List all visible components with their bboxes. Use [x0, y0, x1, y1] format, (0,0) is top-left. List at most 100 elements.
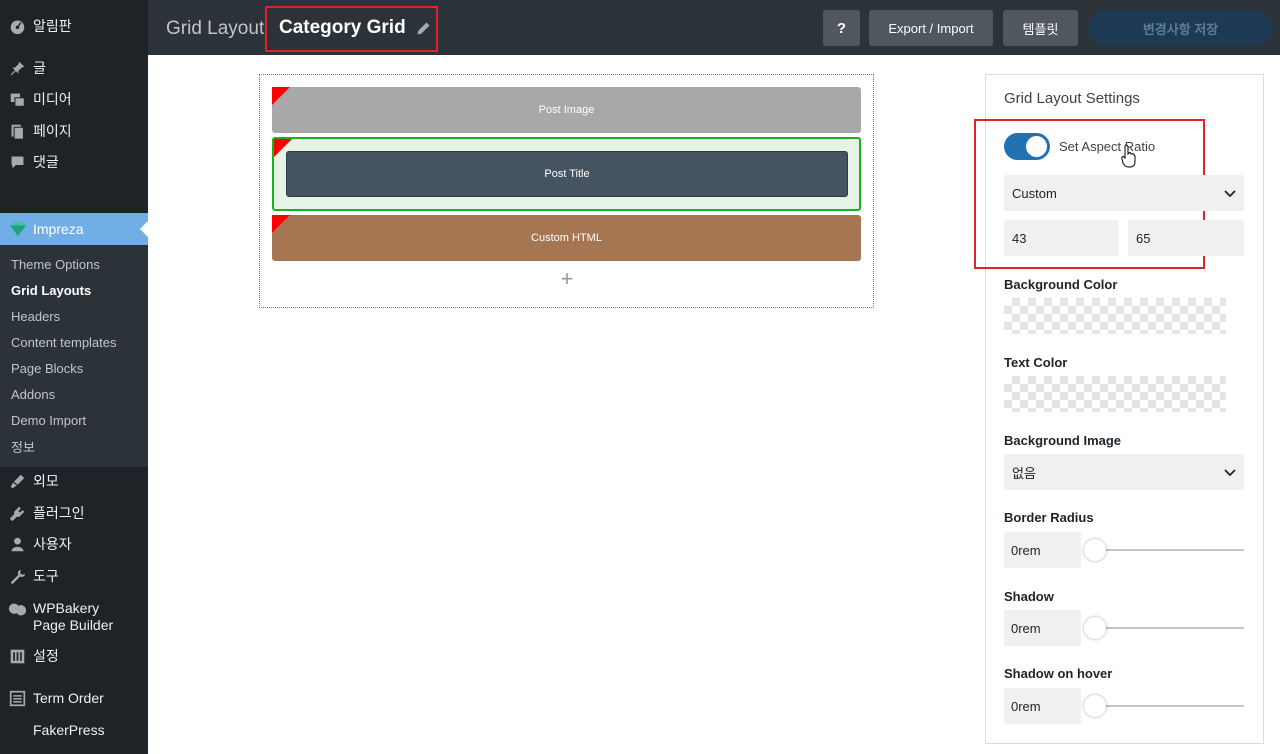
chevron-down-icon: [1224, 186, 1236, 201]
menu-label: 글: [33, 59, 46, 76]
slider-track[interactable]: [1092, 705, 1244, 707]
selected-element-row[interactable]: Post Title: [272, 137, 861, 211]
submenu-page-blocks[interactable]: Page Blocks: [11, 361, 83, 376]
submenu-headers[interactable]: Headers: [11, 309, 60, 324]
save-changes-button[interactable]: 변경사항 저장: [1088, 10, 1273, 46]
border-radius-label: Border Radius: [1004, 510, 1094, 525]
menu-impreza[interactable]: Impreza: [0, 213, 148, 245]
list-icon: [0, 690, 33, 707]
border-radius-input[interactable]: 0rem: [1004, 532, 1081, 568]
menu-label: Term Order: [33, 689, 104, 706]
hand-cursor-icon: [1121, 144, 1137, 173]
background-color-picker[interactable]: [1004, 298, 1226, 334]
slider-thumb[interactable]: [1084, 695, 1106, 717]
settings-icon: [0, 648, 33, 665]
shadow-slider: 0rem: [1004, 610, 1244, 646]
menu-settings[interactable]: 설정: [0, 640, 148, 672]
menu-label: FakerPress: [33, 721, 105, 738]
menu-label: 도구: [33, 567, 59, 584]
menu-wpbakery[interactable]: WPBakery Page Builder: [0, 600, 148, 634]
menu-appearance[interactable]: 외모: [0, 465, 148, 497]
text-color-label: Text Color: [1004, 355, 1068, 370]
menu-label: 미디어: [33, 90, 72, 107]
tools-icon: [0, 568, 33, 585]
submenu-grid-layouts[interactable]: Grid Layouts: [11, 283, 91, 298]
comments-icon: [0, 154, 33, 171]
aspect-ratio-toggle[interactable]: [1004, 133, 1050, 160]
users-icon: [0, 536, 33, 553]
add-element-button[interactable]: +: [558, 268, 576, 290]
slider-track[interactable]: [1092, 627, 1244, 629]
pages-icon: [0, 123, 33, 140]
custom-html-element[interactable]: Custom HTML: [272, 215, 861, 261]
plugins-icon: [0, 505, 33, 522]
shadow-hover-input[interactable]: 0rem: [1004, 688, 1081, 724]
impreza-icon: [0, 221, 33, 237]
slider-thumb[interactable]: [1084, 617, 1106, 639]
chevron-down-icon: [1224, 465, 1236, 480]
grid-layout-builder: Post Image Post Title Custom HTML +: [259, 74, 874, 308]
select-value: Custom: [1012, 185, 1057, 201]
slider-track[interactable]: [1092, 549, 1244, 551]
dashboard-icon: [0, 18, 33, 35]
menu-label: 댓글: [33, 153, 59, 170]
submenu-addons[interactable]: Addons: [11, 387, 55, 402]
shadow-input[interactable]: 0rem: [1004, 610, 1081, 646]
menu-tools[interactable]: 도구: [0, 560, 148, 592]
submenu-theme-options[interactable]: Theme Options: [11, 257, 100, 272]
panel-title: Grid Layout Settings: [1004, 90, 1140, 107]
submenu-content-templates[interactable]: Content templates: [11, 335, 117, 350]
shadow-hover-label: Shadow on hover: [1004, 666, 1113, 681]
select-value: 없음: [1012, 465, 1036, 481]
wpbakery-icon: [0, 600, 33, 618]
menu-label: 설정: [33, 647, 59, 664]
menu-users[interactable]: 사용자: [0, 528, 148, 560]
breadcrumb[interactable]: Grid Layout: [166, 18, 264, 40]
menu-comments[interactable]: 댓글: [0, 146, 148, 178]
impreza-submenu: Theme Options Grid Layouts Headers Conte…: [0, 245, 148, 467]
menu-media[interactable]: 미디어: [0, 83, 148, 115]
menu-fakerpress[interactable]: FakerPress: [0, 714, 148, 746]
element-label: Post Title: [544, 168, 590, 180]
submenu-info[interactable]: 정보: [11, 437, 35, 456]
element-label: Post Image: [538, 104, 595, 116]
menu-label: Impreza: [33, 220, 84, 237]
menu-label: 사용자: [33, 535, 72, 552]
page-title[interactable]: Category Grid: [279, 17, 406, 39]
menu-pages[interactable]: 페이지: [0, 115, 148, 147]
menu-label: 플러그인: [33, 504, 85, 521]
post-title-element[interactable]: Post Title: [286, 151, 848, 197]
export-import-button[interactable]: Export / Import: [869, 10, 993, 46]
border-radius-slider: 0rem: [1004, 532, 1244, 568]
appearance-icon: [0, 473, 33, 490]
background-color-label: Background Color: [1004, 277, 1118, 292]
menu-dashboard[interactable]: 알림판: [0, 10, 148, 42]
menu-term-order[interactable]: Term Order: [0, 682, 148, 714]
aspect-width-input[interactable]: 43: [1004, 220, 1119, 256]
element-label: Custom HTML: [531, 232, 602, 244]
element-corner-marker: [272, 87, 290, 105]
background-image-select[interactable]: 없음: [1004, 454, 1244, 490]
aspect-ratio-label[interactable]: Set Aspect Ratio: [1059, 139, 1155, 154]
menu-label: 페이지: [33, 122, 72, 139]
menu-label: 알림판: [33, 17, 72, 34]
media-icon: [0, 91, 33, 108]
editor-topbar: Grid Layout Category Grid ? Export / Imp…: [148, 0, 1280, 55]
submenu-demo-import[interactable]: Demo Import: [11, 413, 86, 428]
toggle-knob: [1026, 136, 1047, 157]
menu-label: WPBakery Page Builder: [33, 600, 114, 633]
admin-sidebar: 알림판 글 미디어 페이지 댓글 Impreza Theme Options G…: [0, 0, 148, 754]
post-image-element[interactable]: Post Image: [272, 87, 861, 133]
menu-posts[interactable]: 글: [0, 52, 148, 84]
slider-thumb[interactable]: [1084, 539, 1106, 561]
text-color-picker[interactable]: [1004, 376, 1226, 412]
aspect-ratio-select[interactable]: Custom: [1004, 175, 1244, 211]
pencil-icon[interactable]: [416, 21, 431, 36]
pin-icon: [0, 60, 33, 77]
title-editor[interactable]: Category Grid: [279, 17, 431, 39]
help-button[interactable]: ?: [823, 10, 860, 46]
aspect-height-input[interactable]: 65: [1128, 220, 1244, 256]
template-button[interactable]: 템플릿: [1003, 10, 1078, 46]
menu-plugins[interactable]: 플러그인: [0, 497, 148, 529]
shadow-hover-slider: 0rem: [1004, 688, 1244, 724]
